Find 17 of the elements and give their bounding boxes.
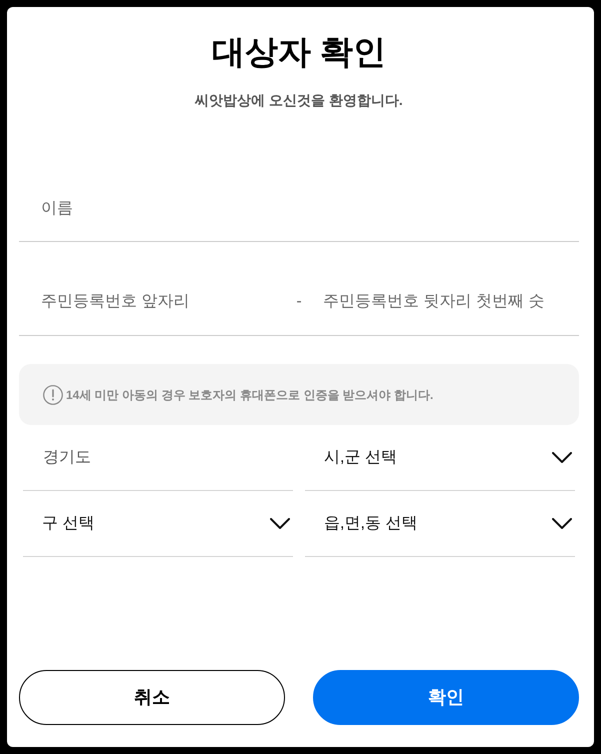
exclamation-circle-icon xyxy=(43,384,63,404)
id-back-input[interactable]: 주민등록번호 뒷자리 첫번째 숫 xyxy=(323,282,579,322)
chevron-down-icon xyxy=(552,518,572,529)
dropdown-select[interactable]: 구 선택 xyxy=(23,491,293,557)
province-field: 경기도 xyxy=(23,425,293,491)
dropdown-select[interactable]: 읍,면,동 선택 xyxy=(305,491,575,557)
id-front-input[interactable]: 주민등록번호 앞자리 xyxy=(19,282,275,322)
dropdown-select[interactable]: 시,군 선택 xyxy=(305,425,575,491)
cancel-button[interactable]: 취소 xyxy=(19,670,285,725)
confirm-button[interactable]: 확인 xyxy=(313,670,579,725)
notice-text: 14세 미만 아동의 경우 보호자의 휴대폰으로 인증을 받으셔야 합니다. xyxy=(66,386,434,404)
separator-dash: - xyxy=(295,292,303,312)
chevron-down-icon xyxy=(270,518,290,529)
chevron-down-icon xyxy=(552,452,572,463)
dialog-title: 대상자 확인 xyxy=(212,32,386,72)
name-input[interactable]: 이름 xyxy=(19,176,579,242)
dialog-subtitle: 씨앗밥상에 오신것을 환영합니다. xyxy=(195,91,403,109)
